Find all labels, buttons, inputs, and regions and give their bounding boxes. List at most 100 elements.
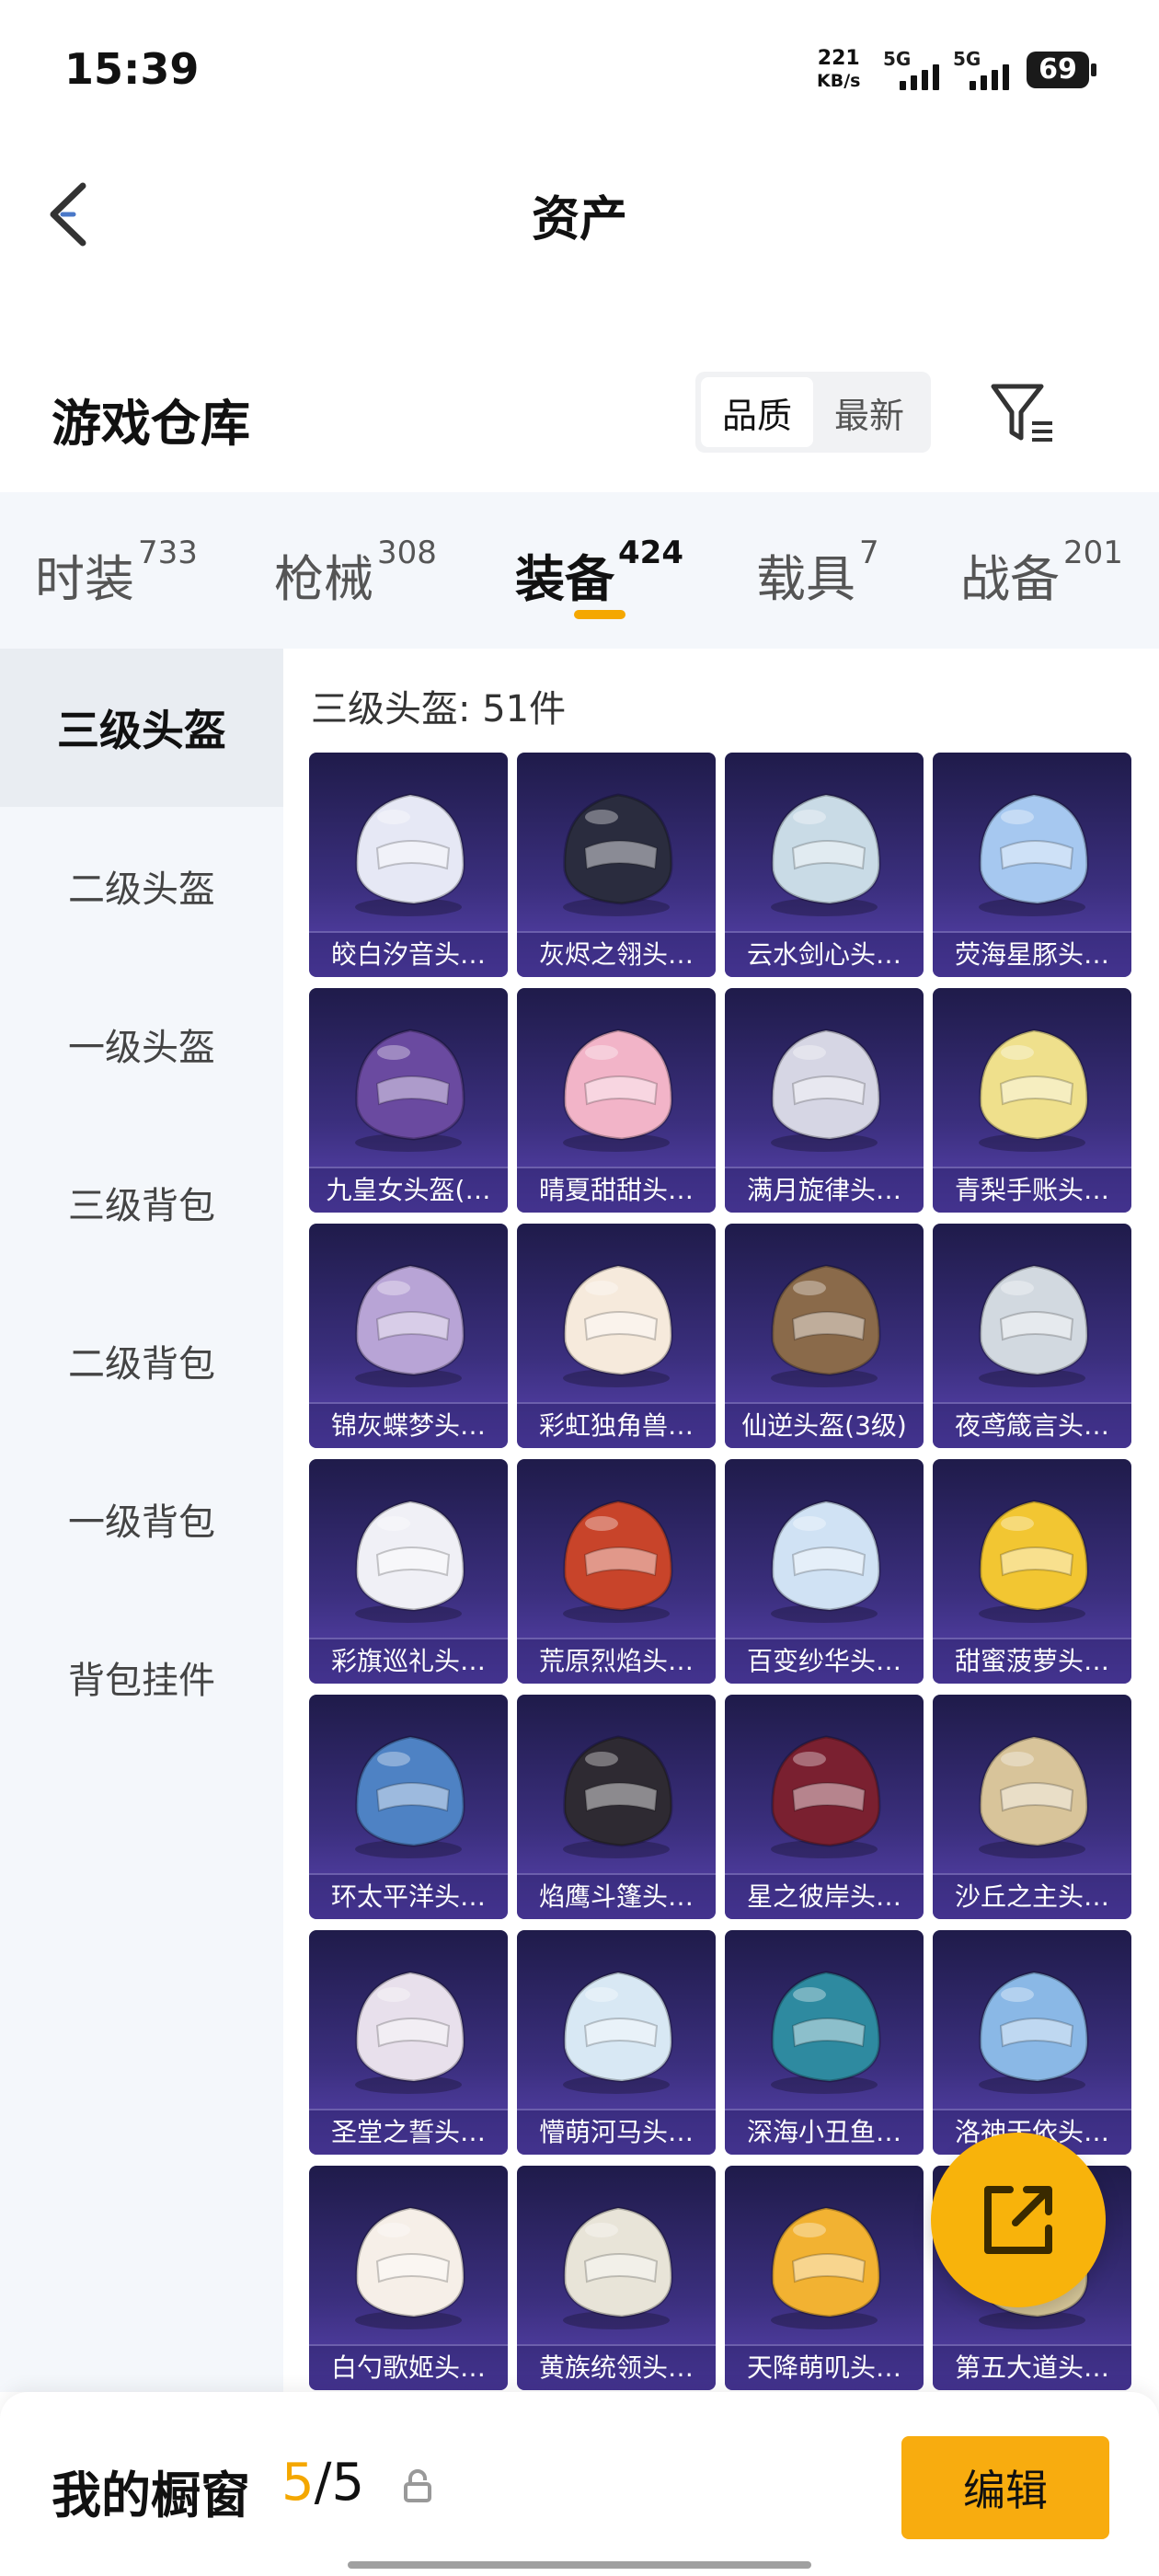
sidebar-item-level3-helmet[interactable]: 三级头盔 [0,649,283,807]
warehouse-title: 游戏仓库 [52,395,250,453]
helmet-icon [771,2206,881,2329]
helmet-icon [563,1500,673,1623]
item-name: 荒原烈焰头… [517,1638,716,1684]
item-card[interactable]: 九皇女头盔(… [309,988,508,1213]
helmet-icon [563,793,673,916]
item-name: 荧海星豚头… [933,931,1131,977]
item-card[interactable]: 夜鸢箴言头… [933,1224,1131,1448]
item-card[interactable]: 仙逆头盔(3级) [725,1224,924,1448]
item-name: 环太平洋头… [309,1873,508,1919]
item-card[interactable]: 深海小丑鱼… [725,1930,924,2155]
item-card[interactable]: 彩虹独角兽… [517,1224,716,1448]
sidebar-item-level1-helmet[interactable]: 一级头盔 [0,965,283,1123]
share-fab-button[interactable] [931,2133,1106,2307]
item-card[interactable]: 甜蜜菠萝头… [933,1459,1131,1684]
active-tab-indicator [574,610,625,619]
item-card[interactable]: 灰烬之翎头… [517,753,716,977]
helmet-icon [771,793,881,916]
item-card[interactable]: 环太平洋头… [309,1695,508,1919]
helmet-icon [563,1029,673,1152]
tab-label: 时装 [35,550,134,608]
window-count-current: 5 [281,2453,315,2513]
item-name: 第五大道头… [933,2344,1131,2390]
tab-count: 733 [138,535,198,571]
window-count: 5/5 [281,2453,364,2513]
item-name: 甜蜜菠萝头… [933,1638,1131,1684]
helmet-icon [355,793,465,916]
tab-weapons[interactable]: 枪械 308 [274,535,437,611]
content-title: 三级头盔: 51件 [311,688,567,730]
window-count-total: 5 [331,2453,365,2513]
helmet-icon [771,1735,881,1858]
item-name: 星之彼岸头… [725,1873,924,1919]
tab-fashion[interactable]: 时装 733 [35,535,198,611]
item-card[interactable]: 星之彼岸头… [725,1695,924,1919]
item-name: 焰鹰斗篷头… [517,1873,716,1919]
status-time: 15:39 [64,44,200,94]
sidebar-item-level2-backpack[interactable]: 二级背包 [0,1282,283,1440]
item-card[interactable]: 荧海星豚头… [933,753,1131,977]
sidebar-item-level3-backpack[interactable]: 三级背包 [0,1123,283,1282]
filter-icon[interactable] [988,379,1058,445]
item-card[interactable]: 懵萌河马头… [517,1930,716,2155]
home-indicator[interactable] [348,2561,811,2569]
tab-label: 战备 [960,550,1060,608]
helmet-icon [563,2206,673,2329]
network-speed-value: 221 [817,47,860,70]
item-card[interactable]: 云水剑心头… [725,753,924,977]
item-name: 圣堂之誓头… [309,2109,508,2155]
sidebar-item-backpack-charm[interactable]: 背包挂件 [0,1598,283,1756]
helmet-icon [355,1500,465,1623]
item-name: 灰烬之翎头… [517,931,716,977]
network-speed: 221 KB/s [817,48,860,92]
external-link-icon [984,2186,1052,2254]
item-card[interactable]: 锦灰蝶梦头… [309,1224,508,1448]
item-card[interactable]: 百变纱华头… [725,1459,924,1684]
tab-vehicles[interactable]: 载具 7 [756,535,879,611]
lock-icon [401,2467,434,2504]
item-name: 满月旋律头… [725,1167,924,1213]
sort-option-latest[interactable]: 最新 [813,377,925,447]
item-card[interactable]: 沙丘之主头… [933,1695,1131,1919]
status-bar: 15:39 221 KB/s 5G 5G 69 [0,0,1159,138]
helmet-icon [355,2206,465,2329]
helmet-icon [355,1264,465,1387]
helmet-icon [563,1735,673,1858]
helmet-icon [979,1264,1089,1387]
item-card[interactable]: 皎白汐音头… [309,753,508,977]
tab-label: 载具 [756,550,855,608]
item-name: 深海小丑鱼… [725,2109,924,2155]
item-name: 天降萌叽头… [725,2344,924,2390]
item-name: 晴夏甜甜头… [517,1167,716,1213]
item-card[interactable]: 黄族统领头… [517,2166,716,2390]
item-card[interactable]: 荒原烈焰头… [517,1459,716,1684]
item-card[interactable]: 彩旗巡礼头… [309,1459,508,1684]
tab-label: 枪械 [274,550,373,608]
tab-count: 424 [618,535,683,571]
sidebar-item-level2-helmet[interactable]: 二级头盔 [0,807,283,965]
item-card[interactable]: 圣堂之誓头… [309,1930,508,2155]
helmet-icon [771,1971,881,2094]
item-name: 黄族统领头… [517,2344,716,2390]
item-card[interactable]: 焰鹰斗篷头… [517,1695,716,1919]
helmet-icon [563,1264,673,1387]
item-name: 仙逆头盔(3级) [725,1402,924,1448]
helmet-icon [771,1500,881,1623]
item-card[interactable]: 晴夏甜甜头… [517,988,716,1213]
tab-gear[interactable]: 战备 201 [960,535,1123,611]
edit-button[interactable]: 编辑 [901,2436,1109,2539]
tab-label: 装备 [515,550,614,608]
item-name: 白勺歌姬头… [309,2344,508,2390]
sort-option-quality[interactable]: 品质 [701,377,813,447]
item-card[interactable]: 洛神天依头… [933,1930,1131,2155]
window-count-sep: / [314,2453,332,2513]
my-window-label: 我的橱窗 [52,2467,250,2524]
item-card[interactable]: 白勺歌姬头… [309,2166,508,2390]
item-card[interactable]: 青梨手账头… [933,988,1131,1213]
item-card[interactable]: 天降萌叽头… [725,2166,924,2390]
item-name: 皎白汐音头… [309,931,508,977]
helmet-icon [979,1971,1089,2094]
sidebar-item-level1-backpack[interactable]: 一级背包 [0,1440,283,1598]
tab-equipment[interactable]: 装备 424 [515,535,683,611]
item-card[interactable]: 满月旋律头… [725,988,924,1213]
